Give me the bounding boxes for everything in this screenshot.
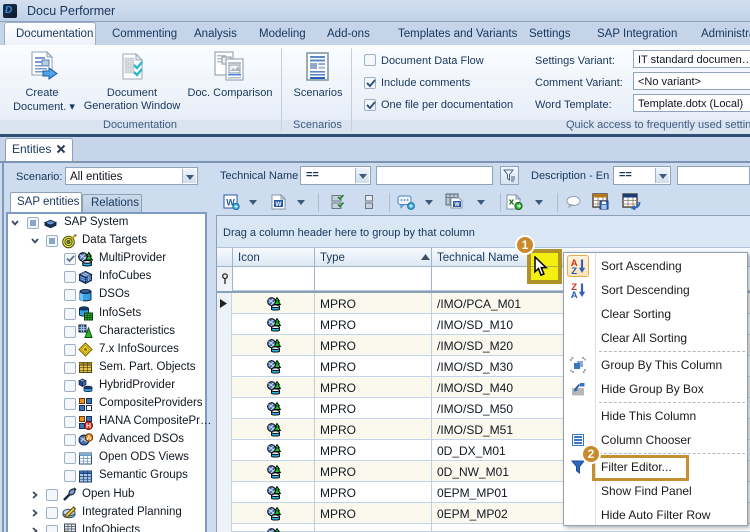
svg-text:W: W <box>454 202 460 208</box>
svg-text:W: W <box>275 201 282 208</box>
